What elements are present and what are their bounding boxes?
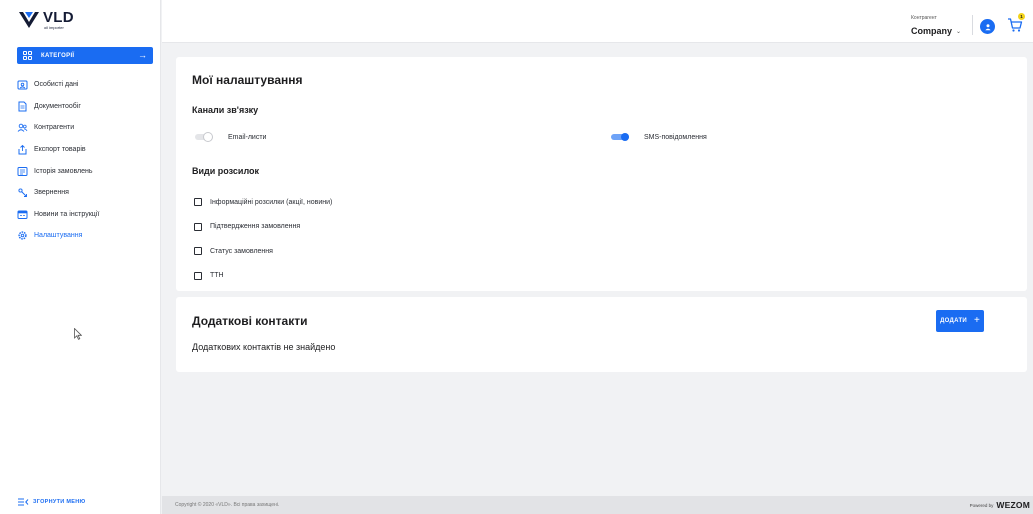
user-avatar-button[interactable] [980,19,995,34]
mailing-type-confirmation[interactable]: Підтвердження замовлення [194,215,332,240]
sidebar-item-label: Звернення [34,189,69,197]
sidebar-item-personal-data[interactable]: Особисті дані [17,74,157,96]
grid-icon [23,51,32,60]
powered-by[interactable]: Powered by WEZOM [970,500,1030,510]
users-icon [17,122,28,133]
mailing-type-status[interactable]: Статус замовлення [194,239,332,264]
sidebar-item-documents[interactable]: Документообіг [17,96,157,118]
collapse-menu-icon [18,498,29,506]
profile-icon [17,79,28,90]
mailing-types-list: Інформаційні розсилки (акції, новини) Пі… [194,190,332,288]
chevron-down-icon: ⌄ [956,28,962,35]
checkbox[interactable] [194,271,202,280]
logo-name: VLD [43,9,74,26]
checkbox-label: Інформаційні розсилки (акції, новини) [210,198,333,206]
email-toggle-row[interactable]: Email-листи [195,133,266,141]
sidebar-item-counterparties[interactable]: Контрагенти [17,117,157,139]
checkbox[interactable] [194,222,202,231]
sms-toggle[interactable] [611,133,629,141]
sidebar-item-label: Контрагенти [34,124,75,132]
collapse-menu-button[interactable]: ЗГОРНУТИ МЕНЮ [18,498,85,506]
categories-button[interactable]: КАТЕГОРІЇ → [17,47,153,64]
mouse-cursor-icon [74,328,82,340]
contacts-empty-message: Додаткових контактів не знайдено [192,342,336,352]
copyright-text: Copyright © 2020 «VLD». Всі права захище… [175,502,280,508]
news-icon [17,209,28,220]
sidebar-item-label: Налаштування [34,232,83,240]
channels-title: Канали зв'язку [192,105,259,115]
sidebar-item-label: Експорт товарів [34,146,86,154]
user-icon [984,23,991,30]
settings-card: Мої налаштування Канали зв'язку Email-ли… [176,57,1027,291]
logo-tagline: oil importer [44,25,64,30]
sidebar-item-label: Історія замовлень [34,167,93,175]
categories-label: КАТЕГОРІЇ [41,52,75,59]
counterparty-label: Контрагент [911,15,937,21]
checkbox[interactable] [194,247,202,256]
sidebar-item-appeals[interactable]: Звернення [17,182,157,204]
wezom-logo: WEZOM [996,500,1030,510]
cart-count-badge: 1 [1018,13,1025,20]
collapse-menu-label: ЗГОРНУТИ МЕНЮ [33,499,86,505]
sms-toggle-row[interactable]: SMS-повідомлення [611,133,707,141]
counterparty-select[interactable]: Контрагент Company ⌄ [911,15,961,39]
add-contact-label: ДОДАТИ [940,318,968,324]
logo[interactable]: VLD oil importer [18,10,74,30]
contacts-title: Додаткові контакти [192,314,308,328]
checkbox[interactable] [194,198,202,207]
settings-title: Мої налаштування [192,73,303,87]
powered-by-label: Powered by [969,502,994,508]
email-toggle[interactable] [195,133,213,141]
appeal-icon [17,187,28,198]
top-header: Контрагент Company ⌄ 1 [162,0,1033,43]
sidebar-item-news[interactable]: Новини та інструкції [17,204,157,226]
sidebar: VLD oil importer КАТЕГОРІЇ → Особисті да… [0,0,161,514]
footer: Copyright © 2020 «VLD». Всі права захище… [162,496,1033,514]
sidebar-menu: Особисті дані Документообіг Контрагенти … [17,74,157,247]
arrow-right-icon: → [138,50,147,60]
plus-icon: + [974,315,980,326]
mailing-type-ttn[interactable]: ТТН [194,264,332,289]
vld-logo-icon [19,12,39,28]
contacts-card: Додаткові контакти ДОДАТИ + Додаткових к… [176,297,1027,372]
sidebar-item-label: Новини та інструкції [34,210,100,218]
checkbox-label: ТТН [210,272,224,280]
sidebar-item-label: Документообіг [34,102,81,110]
checkbox-label: Підтвердження замовлення [210,223,301,231]
checkbox-label: Статус замовлення [210,247,273,255]
sidebar-item-label: Особисті дані [34,81,79,89]
document-icon [17,101,28,112]
sidebar-item-export[interactable]: Експорт товарів [17,139,157,161]
gear-icon [17,230,28,241]
header-divider [972,15,973,35]
mailing-type-info[interactable]: Інформаційні розсилки (акції, новини) [194,190,332,215]
add-contact-button[interactable]: ДОДАТИ + [936,310,984,332]
sidebar-item-order-history[interactable]: Історія замовлень [17,160,157,182]
sms-toggle-label: SMS-повідомлення [644,133,707,141]
export-icon [17,144,28,155]
sidebar-item-settings[interactable]: Налаштування [17,225,157,247]
counterparty-value: Company [911,26,953,36]
history-icon [17,166,28,177]
email-toggle-label: Email-листи [228,133,267,141]
mailing-types-title: Види розсилок [192,166,260,176]
